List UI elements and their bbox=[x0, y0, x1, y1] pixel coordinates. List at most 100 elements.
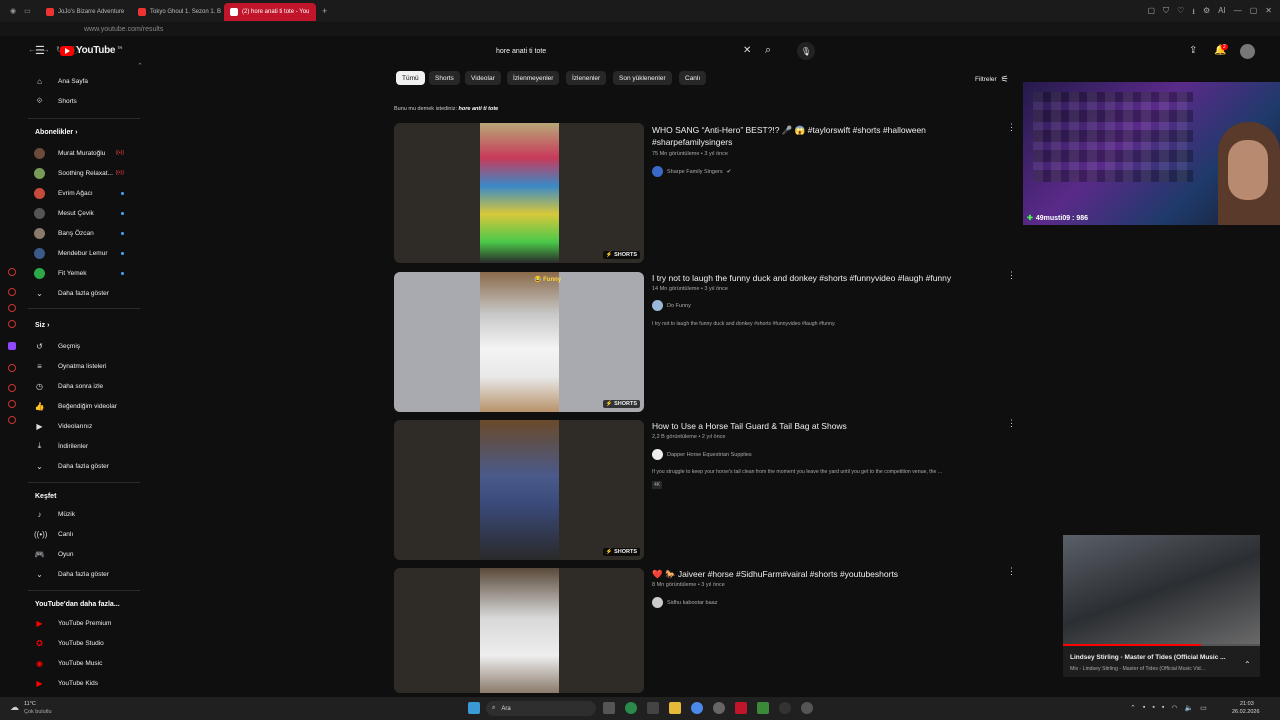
side-app-icon[interactable] bbox=[8, 384, 16, 392]
xbox-icon[interactable] bbox=[625, 702, 637, 714]
result-title[interactable]: ❤️ 🐎 Jaiveer #horse #SidhuFarm#vairal #s… bbox=[652, 568, 982, 580]
result-thumbnail[interactable]: 😂 Funny ⚡ SHORTS bbox=[394, 272, 644, 412]
show-more-subscriptions[interactable]: ⌄ Daha fazla göster bbox=[28, 285, 138, 301]
filters-button[interactable]: Filtreler ⚟ bbox=[975, 74, 1009, 85]
sidebar-item-downloads[interactable]: ⤓ İndirilenler bbox=[28, 438, 138, 454]
tab-tokyo-ghoul[interactable]: Tokyo Ghoul 1. Sezon 1. B bbox=[132, 3, 224, 21]
chip-recently-uploaded[interactable]: Son yüklenenler bbox=[613, 71, 672, 85]
sidebar-item-liked[interactable]: 👍 Beğendiğim videolar bbox=[28, 398, 138, 414]
show-more-you[interactable]: ⌄ Daha fazla göster bbox=[28, 458, 138, 474]
sidebar-item-shorts[interactable]: ⟐ Shorts bbox=[28, 93, 138, 109]
result-title[interactable]: How to Use a Horse Tail Guard & Tail Bag… bbox=[652, 420, 982, 432]
window-menu-icon[interactable]: ◉ ▭ bbox=[0, 0, 40, 22]
result-channel[interactable]: Sharpe Family Singers ✔ bbox=[652, 166, 731, 177]
tab-list-icon[interactable]: ▭ bbox=[24, 7, 31, 15]
side-app-icon[interactable] bbox=[8, 320, 16, 328]
sidebar-item-music-app[interactable]: ◉ YouTube Music bbox=[28, 655, 138, 671]
result-channel[interactable]: Do Funny bbox=[652, 300, 691, 311]
nvidia-icon[interactable] bbox=[757, 702, 769, 714]
minimize-icon[interactable]: — bbox=[1234, 6, 1242, 20]
side-app-icon[interactable] bbox=[8, 364, 16, 372]
avatar[interactable] bbox=[1240, 44, 1255, 59]
result-title[interactable]: I try not to laugh the funny duck and do… bbox=[652, 272, 982, 284]
opera-gx-icon[interactable] bbox=[735, 702, 747, 714]
side-app-icon[interactable] bbox=[8, 288, 16, 296]
sidebar-sub-item[interactable]: Mendebur Lemur bbox=[28, 245, 138, 261]
chip-watched[interactable]: İzlenenler bbox=[566, 71, 607, 85]
chip-unwatched[interactable]: İzlenmeyenler bbox=[507, 71, 560, 85]
sidebar-item-kids[interactable]: ▶ YouTube Kids bbox=[28, 675, 138, 691]
sidebar-item-history[interactable]: ↺ Geçmiş bbox=[28, 338, 138, 354]
battery-icon[interactable]: ▭ bbox=[1200, 704, 1207, 712]
heart-icon[interactable]: ♡ bbox=[1177, 6, 1184, 20]
side-app-icon[interactable] bbox=[8, 304, 16, 312]
clock-time[interactable]: 21:03 bbox=[1240, 701, 1254, 707]
taskbar-search[interactable]: ⌕ Ara bbox=[486, 701, 596, 716]
subscriptions-heading[interactable]: Abonelikler › bbox=[35, 129, 77, 136]
more-options-icon[interactable]: ⋮ bbox=[1007, 418, 1016, 429]
clear-search-icon[interactable]: ✕ bbox=[743, 46, 751, 56]
sidebar-item-studio[interactable]: ✪ YouTube Studio bbox=[28, 635, 138, 651]
chevron-up-icon[interactable]: ⌃ bbox=[1130, 704, 1136, 712]
profile-icon[interactable]: ◉ bbox=[10, 7, 16, 15]
settings-icon[interactable]: ⚙ bbox=[1203, 6, 1210, 20]
shield-icon[interactable]: ⛉ bbox=[1163, 6, 1169, 20]
sidebar-item-gaming[interactable]: 🎮 Oyun bbox=[28, 546, 138, 562]
file-explorer-icon[interactable] bbox=[669, 702, 681, 714]
sidebar-item-playlists[interactable]: ≡ Oynatma listeleri bbox=[28, 358, 138, 374]
show-more-explore[interactable]: ⌄ Daha fazla göster bbox=[28, 566, 138, 582]
sidebar-item-music[interactable]: ♪ Müzik bbox=[28, 506, 138, 522]
youtube-logo[interactable]: YouTube TR bbox=[60, 45, 122, 56]
sidebar-sub-item[interactable]: Barış Özcan bbox=[28, 225, 138, 241]
chip-videos[interactable]: Videolar bbox=[465, 71, 501, 85]
sidebar-sub-item[interactable]: Mesut Çevik bbox=[28, 205, 138, 221]
sidebar-item-your-videos[interactable]: ▶ Videolarınız bbox=[28, 418, 138, 434]
you-heading[interactable]: Siz › bbox=[35, 322, 49, 329]
download-icon[interactable]: ⭳ bbox=[1192, 6, 1195, 20]
result-thumbnail[interactable] bbox=[394, 568, 644, 693]
result-title[interactable]: WHO SANG “Anti-Hero” BEST?!? 🎤 😱 #taylor… bbox=[652, 124, 982, 148]
volume-icon[interactable]: 🔈 bbox=[1184, 704, 1193, 712]
weather-temp[interactable]: 11°C bbox=[24, 701, 36, 707]
new-tab-button[interactable]: + bbox=[322, 6, 327, 16]
sidebar-item-watch-later[interactable]: ◷ Daha sonra izle bbox=[28, 378, 138, 394]
twitch-icon[interactable] bbox=[8, 342, 16, 350]
app-icon[interactable] bbox=[801, 702, 813, 714]
settings-app-icon[interactable] bbox=[647, 702, 659, 714]
more-options-icon[interactable]: ⋮ bbox=[1007, 122, 1016, 133]
tray-icon[interactable]: ▪ bbox=[1143, 704, 1145, 712]
mini-player-video[interactable] bbox=[1063, 535, 1260, 645]
mini-player-title[interactable]: Lindsey Stirling - Master of Tides (Offi… bbox=[1070, 654, 1245, 661]
tray-icon[interactable]: ▪ bbox=[1152, 704, 1154, 712]
app-icon[interactable] bbox=[779, 702, 791, 714]
search-input[interactable]: hore anati ti tote bbox=[490, 42, 760, 60]
weather-icon[interactable]: ☁ bbox=[10, 702, 19, 713]
chrome-icon[interactable] bbox=[691, 702, 703, 714]
sidebar-sub-item[interactable]: Evrim Ağacı bbox=[28, 185, 138, 201]
profile-label[interactable]: AI bbox=[1218, 6, 1226, 20]
ext-icon[interactable]: ▢ bbox=[1147, 6, 1155, 20]
maximize-icon[interactable]: ▢ bbox=[1250, 6, 1258, 20]
sidebar-item-premium[interactable]: ▶ YouTube Premium bbox=[28, 615, 138, 631]
close-icon[interactable]: ✕ bbox=[1265, 6, 1272, 20]
chip-all[interactable]: Tümü bbox=[396, 71, 425, 85]
tab-jojo[interactable]: JoJo's Bizarre Adventure bbox=[40, 3, 132, 21]
sidebar-sub-item[interactable]: Soothing Relaxat... ((•)) bbox=[28, 165, 138, 181]
sidebar-item-home[interactable]: ⌂ Ana Sayfa bbox=[28, 73, 138, 89]
search-icon[interactable]: ⌕ bbox=[765, 45, 771, 56]
chip-live[interactable]: Canlı bbox=[679, 71, 707, 85]
result-channel[interactable]: Dapper Horse Equestrian Supplies bbox=[652, 449, 752, 460]
tab-youtube-active[interactable]: (2) hore anati ti tote - You bbox=[224, 3, 316, 21]
chip-shorts[interactable]: Shorts bbox=[429, 71, 460, 85]
sidebar-item-live[interactable]: ((•)) Canlı bbox=[28, 526, 138, 542]
expand-icon[interactable]: ⌃ bbox=[1244, 660, 1251, 669]
windows-start-icon[interactable] bbox=[468, 702, 480, 714]
result-channel[interactable]: Sidhu kabootar baaz bbox=[652, 597, 717, 608]
mini-player[interactable]: Lindsey Stirling - Master of Tides (Offi… bbox=[1063, 535, 1260, 677]
side-app-icon[interactable] bbox=[8, 416, 16, 424]
more-options-icon[interactable]: ⋮ bbox=[1007, 566, 1016, 577]
tray-icon[interactable]: ▪ bbox=[1162, 704, 1164, 712]
sidebar-scroll-up-icon[interactable]: ⌃ bbox=[137, 62, 143, 70]
result-thumbnail[interactable]: ⚡ SHORTS bbox=[394, 420, 644, 560]
sidebar-sub-item[interactable]: Fit Yemek bbox=[28, 265, 138, 281]
